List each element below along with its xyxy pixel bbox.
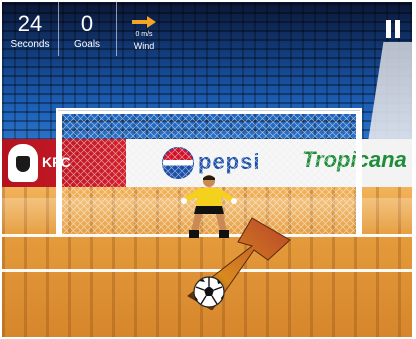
hud-bar: 24 Seconds 0 Goals 0 m/s Wind — [2, 2, 412, 56]
arrow-right-icon — [132, 16, 156, 28]
game-canvas[interactable]: KFC pepsi Tropicana — [2, 2, 412, 337]
wind-speed: 0 m/s — [135, 31, 153, 38]
goals-display: 0 Goals — [59, 2, 115, 56]
wind-display: 0 m/s Wind — [116, 2, 172, 56]
kfc-logo-icon — [8, 144, 38, 182]
goals-label: Goals — [73, 39, 101, 50]
wind-label: Wind — [133, 41, 155, 51]
pause-button[interactable] — [386, 20, 400, 38]
goals-value: 0 — [80, 11, 94, 36]
timer-label: Seconds — [10, 39, 50, 50]
timer-value: 24 — [17, 11, 43, 36]
pause-icon — [386, 20, 391, 38]
soccer-ball[interactable] — [193, 276, 225, 308]
pause-icon — [395, 20, 400, 38]
timer-display: 24 Seconds — [2, 2, 58, 56]
